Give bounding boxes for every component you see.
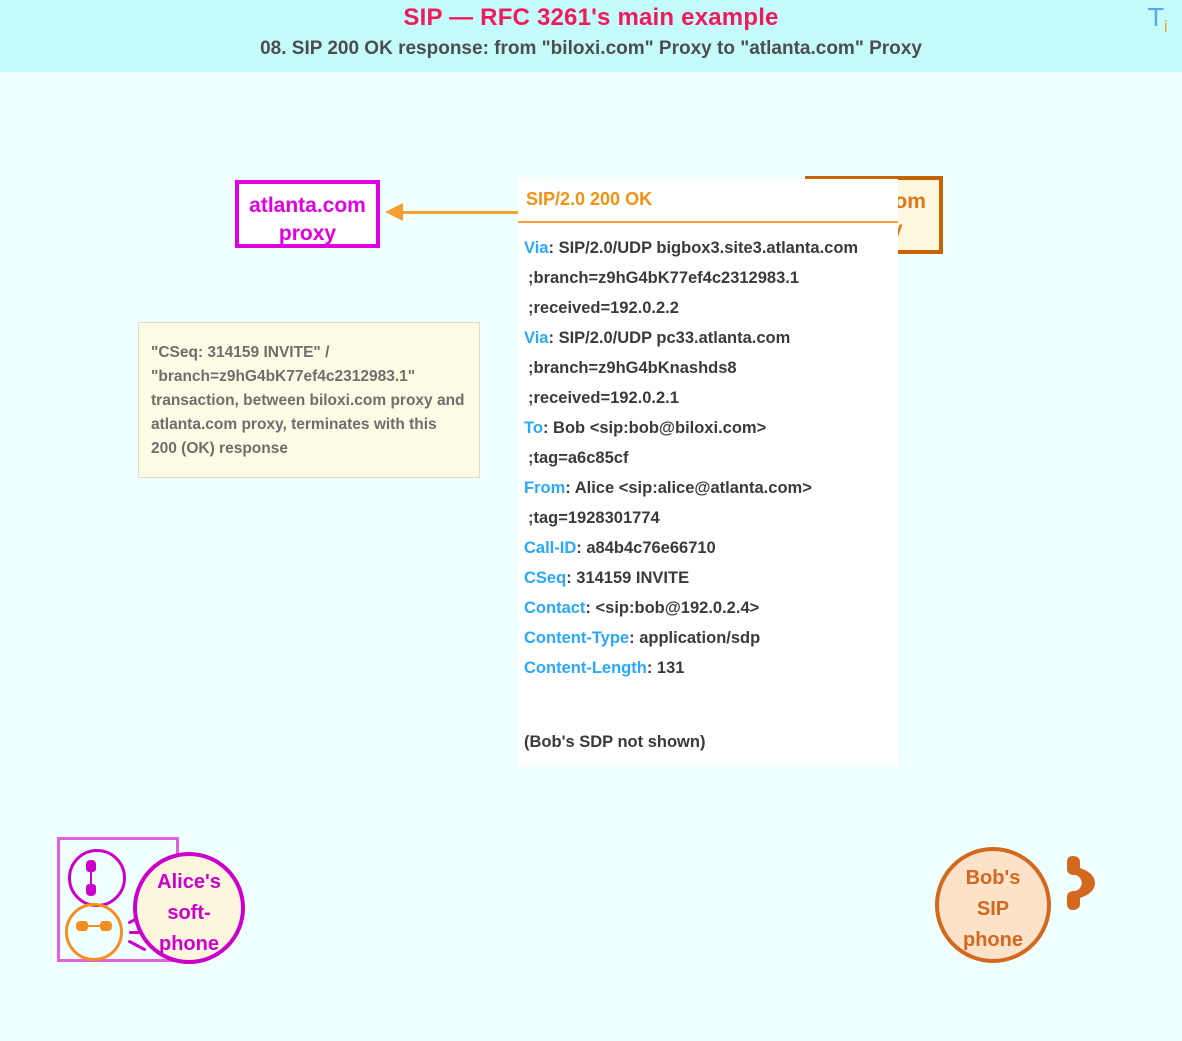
sip-header-line: ;branch=z9hG4bKnashds8: [524, 353, 898, 383]
brand-logo-main: T: [1148, 3, 1164, 32]
sip-header-name: Content-Length: [524, 659, 647, 677]
handset-vertical-icon: [86, 860, 96, 896]
sip-header-separator: :: [629, 629, 640, 647]
atlanta-proxy-line1: atlanta.com: [249, 194, 366, 217]
sip-header-line: Call-ID: a84b4c76e66710: [524, 533, 898, 563]
alice-label-line3: phone: [159, 933, 219, 955]
sip-header-value: ;received=192.0.2.2: [528, 299, 679, 317]
sip-header-value: <sip:bob@192.0.2.4>: [595, 599, 760, 617]
alice-label-line1: Alice's: [157, 871, 221, 893]
bob-label-line2: SIP: [976, 898, 1010, 920]
sip-header-value: SIP/2.0/UDP bigbox3.site3.atlanta.com: [558, 239, 859, 257]
sip-header-value: ;tag=1928301774: [528, 509, 660, 527]
sip-header-name: Call-ID: [524, 539, 577, 557]
sip-header-value: ;tag=a6c85cf: [528, 449, 629, 467]
alice-label-line2: soft-: [167, 902, 211, 924]
handset-icon: [1063, 852, 1109, 923]
handset-circle-icon: [68, 849, 126, 907]
sip-header-line: ;branch=z9hG4bK77ef4c2312983.1: [524, 263, 898, 293]
sip-header-separator: :: [566, 569, 577, 587]
bob-label-line1: Bob's: [965, 867, 1021, 889]
sip-header-value: ;branch=z9hG4bK77ef4c2312983.1: [528, 269, 800, 287]
sip-header-separator: :: [576, 539, 587, 557]
sip-header-separator: :: [565, 479, 575, 497]
sip-header-line: Via: SIP/2.0/UDP pc33.atlanta.com: [524, 323, 898, 353]
annotation-line: 200 (OK) response: [151, 440, 288, 457]
alice-softphone-label: Alice's soft- phone: [133, 852, 245, 964]
handset-glyph-icon: [1067, 856, 1095, 910]
page-title: SIP — RFC 3261's main example: [403, 4, 779, 31]
sip-header-separator: :: [548, 329, 559, 347]
sip-header-name: Contact: [524, 599, 586, 617]
sip-header-value: application/sdp: [639, 629, 761, 647]
annotation-note: "CSeq: 314159 INVITE" / "branch=z9hG4bK77…: [138, 322, 480, 478]
sip-header-name: Via: [524, 239, 549, 257]
brand-logo: Ti: [1148, 5, 1168, 35]
sip-header-list: Via: SIP/2.0/UDP bigbox3.site3.atlanta.c…: [524, 233, 898, 683]
sip-header-value: ;branch=z9hG4bKnashds8: [528, 359, 737, 377]
sip-header-separator: :: [542, 419, 554, 437]
sip-header-name: CSeq: [524, 569, 567, 587]
sip-panel-divider: [518, 221, 898, 223]
sip-header-separator: :: [646, 659, 657, 677]
message-arrow-head-icon: [385, 203, 403, 221]
sip-header-line: ;received=192.0.2.1: [524, 383, 898, 413]
handset-ringing-circle-icon: [65, 903, 123, 961]
sip-header-name: Content-Type: [524, 629, 630, 647]
sip-header-line: ;tag=1928301774: [524, 503, 898, 533]
atlanta-proxy-node: atlanta.com proxy: [235, 180, 380, 248]
page-subtitle: 08. SIP 200 OK response: from "biloxi.co…: [260, 38, 922, 59]
sip-header-value: ;received=192.0.2.1: [528, 389, 679, 407]
sip-header-line: Content-Length: 131: [524, 653, 898, 683]
sip-header-value: SIP/2.0/UDP pc33.atlanta.com: [558, 329, 791, 347]
atlanta-proxy-line2: proxy: [278, 222, 337, 245]
sip-header-value: Alice <sip:alice@atlanta.com>: [574, 479, 812, 497]
sip-header-line: To: Bob <sip:bob@biloxi.com>: [524, 413, 898, 443]
sip-header-line: Content-Type: application/sdp: [524, 623, 898, 653]
sip-header-separator: :: [548, 239, 559, 257]
bob-label-line3: phone: [963, 929, 1023, 951]
bob-sipphone-node: Bob's SIP phone: [935, 847, 1110, 977]
brand-logo-subscript: i: [1163, 17, 1168, 36]
annotation-line: transaction, between biloxi.com proxy an…: [151, 392, 465, 409]
bob-sipphone-label: Bob's SIP phone: [935, 847, 1051, 963]
sip-header-value: Bob <sip:bob@biloxi.com>: [553, 419, 767, 437]
sip-body-note: (Bob's SDP not shown): [524, 733, 706, 751]
sip-header-line: Contact: <sip:bob@192.0.2.4>: [524, 593, 898, 623]
sip-header-line: Via: SIP/2.0/UDP bigbox3.site3.atlanta.c…: [524, 233, 898, 263]
annotation-line: "CSeq: 314159 INVITE" /: [151, 344, 330, 361]
sip-header-value: 314159 INVITE: [576, 569, 690, 587]
sip-header-value: a84b4c76e66710: [586, 539, 716, 557]
sip-header-value: 131: [656, 659, 685, 677]
sip-header-line: ;received=192.0.2.2: [524, 293, 898, 323]
sip-header-separator: :: [585, 599, 596, 617]
sip-message-panel: SIP/2.0 200 OK Via: SIP/2.0/UDP bigbox3.…: [518, 179, 898, 765]
sip-start-line: SIP/2.0 200 OK: [526, 189, 653, 209]
sip-header-name: To: [524, 419, 543, 437]
sip-header-line: ;tag=a6c85cf: [524, 443, 898, 473]
handset-horizontal-icon: [76, 921, 112, 931]
annotation-line: "branch=z9hG4bK77ef4c2312983.1": [151, 368, 416, 385]
annotation-line: atlanta.com proxy, terminates with this: [151, 416, 437, 433]
sip-header-name: Via: [524, 329, 549, 347]
sip-header-line: CSeq: 314159 INVITE: [524, 563, 898, 593]
alice-softphone-node: Alice's soft- phone: [57, 837, 257, 967]
sip-header-line: From: Alice <sip:alice@atlanta.com>: [524, 473, 898, 503]
sip-header-name: From: [524, 479, 566, 497]
